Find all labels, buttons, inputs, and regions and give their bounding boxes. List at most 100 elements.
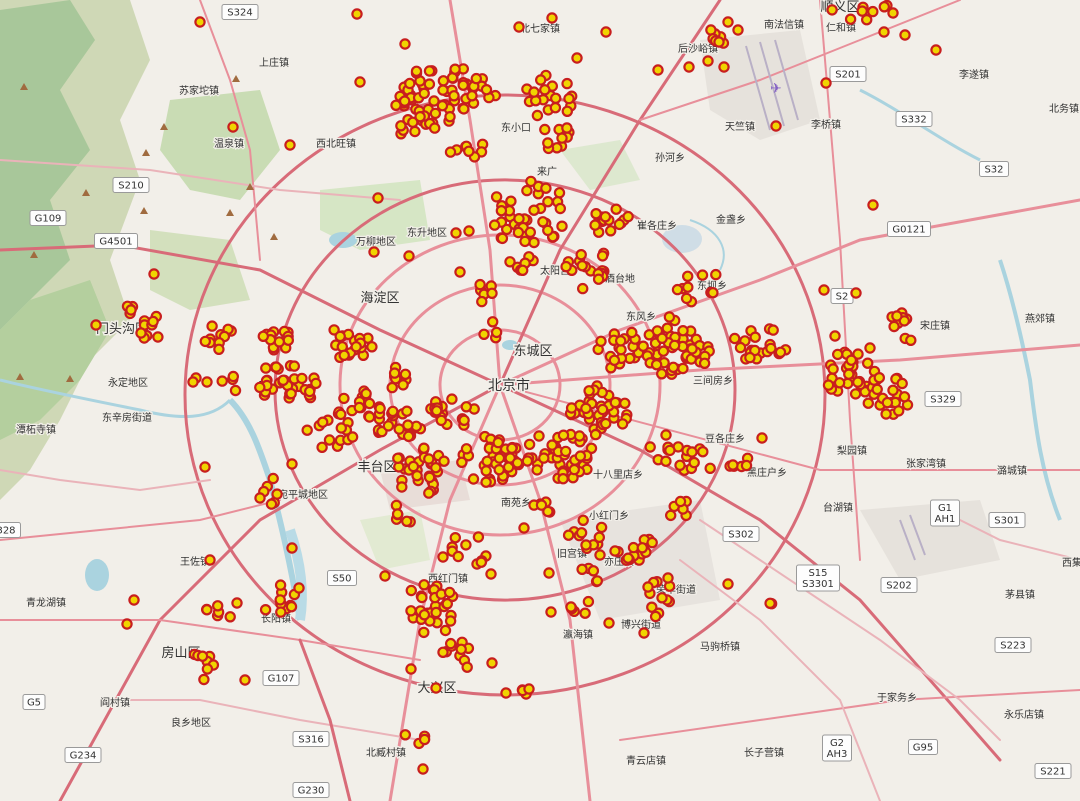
location-marker[interactable] — [613, 218, 626, 231]
location-marker[interactable] — [600, 417, 612, 430]
location-marker[interactable] — [438, 455, 450, 467]
location-marker[interactable] — [201, 663, 214, 675]
location-marker[interactable] — [756, 432, 768, 444]
location-marker[interactable] — [896, 377, 908, 390]
location-marker[interactable] — [603, 617, 615, 629]
location-marker[interactable] — [470, 72, 482, 85]
location-marker[interactable] — [431, 405, 443, 417]
location-marker[interactable] — [575, 527, 588, 539]
location-marker[interactable] — [528, 204, 540, 216]
location-marker[interactable] — [535, 74, 547, 86]
location-marker[interactable] — [382, 420, 395, 432]
location-marker[interactable] — [480, 83, 493, 96]
location-marker[interactable] — [518, 522, 530, 534]
location-marker[interactable] — [867, 5, 879, 18]
location-marker[interactable] — [589, 219, 601, 231]
location-marker[interactable] — [856, 5, 868, 17]
location-marker[interactable] — [201, 376, 213, 388]
location-marker[interactable] — [466, 90, 478, 102]
location-marker[interactable] — [229, 384, 242, 397]
location-marker[interactable] — [718, 61, 730, 73]
location-marker[interactable] — [887, 7, 899, 19]
location-marker[interactable] — [259, 604, 272, 616]
location-marker[interactable] — [652, 64, 664, 76]
location-marker[interactable] — [531, 464, 543, 476]
location-marker[interactable] — [729, 332, 741, 345]
location-marker[interactable] — [656, 592, 668, 604]
location-marker[interactable] — [891, 310, 903, 322]
location-marker[interactable] — [316, 441, 328, 453]
location-marker[interactable] — [417, 763, 429, 775]
location-marker[interactable] — [899, 29, 911, 41]
location-marker[interactable] — [930, 44, 942, 56]
location-marker[interactable] — [608, 354, 621, 366]
location-marker[interactable] — [410, 65, 423, 78]
location-marker[interactable] — [665, 509, 677, 522]
location-marker[interactable] — [90, 319, 102, 331]
location-marker[interactable] — [575, 248, 587, 261]
location-marker[interactable] — [505, 195, 517, 207]
location-marker[interactable] — [589, 428, 602, 441]
location-marker[interactable] — [600, 26, 612, 38]
location-marker[interactable] — [265, 498, 278, 510]
location-marker[interactable] — [767, 324, 779, 336]
location-marker[interactable] — [560, 445, 572, 458]
location-marker[interactable] — [254, 492, 266, 504]
location-marker[interactable] — [480, 476, 492, 488]
location-marker[interactable] — [546, 12, 558, 24]
location-marker[interactable] — [561, 105, 574, 118]
location-marker[interactable] — [571, 52, 583, 64]
location-marker[interactable] — [844, 13, 857, 25]
location-marker[interactable] — [682, 281, 694, 293]
location-marker[interactable] — [199, 335, 211, 348]
location-marker[interactable] — [449, 532, 461, 544]
location-marker[interactable] — [521, 184, 533, 197]
location-marker[interactable] — [531, 109, 544, 122]
location-marker[interactable] — [257, 330, 269, 342]
location-marker[interactable] — [288, 360, 300, 372]
location-marker[interactable] — [187, 376, 199, 388]
location-marker[interactable] — [423, 453, 435, 465]
location-marker[interactable] — [360, 387, 372, 400]
location-marker[interactable] — [609, 396, 622, 409]
location-marker[interactable] — [702, 55, 714, 67]
location-marker[interactable] — [486, 287, 498, 299]
location-marker[interactable] — [656, 332, 668, 344]
location-marker[interactable] — [770, 120, 782, 132]
location-marker[interactable] — [519, 235, 531, 248]
location-marker[interactable] — [668, 339, 681, 352]
location-marker[interactable] — [323, 434, 336, 446]
location-marker[interactable] — [213, 343, 225, 355]
location-marker[interactable] — [740, 459, 753, 472]
location-marker[interactable] — [538, 452, 550, 464]
location-marker[interactable] — [418, 609, 431, 621]
location-marker[interactable] — [583, 385, 595, 397]
location-marker[interactable] — [682, 270, 694, 282]
location-marker[interactable] — [335, 408, 347, 421]
location-marker[interactable] — [680, 292, 693, 305]
location-marker[interactable] — [898, 391, 911, 403]
location-marker[interactable] — [224, 611, 236, 623]
location-marker[interactable] — [399, 368, 412, 380]
location-marker[interactable] — [363, 397, 376, 410]
location-marker[interactable] — [511, 457, 524, 469]
location-marker[interactable] — [496, 232, 509, 245]
location-marker[interactable] — [196, 650, 209, 662]
location-marker[interactable] — [457, 79, 469, 91]
location-marker[interactable] — [405, 584, 417, 597]
location-marker[interactable] — [121, 618, 133, 630]
location-marker[interactable] — [523, 683, 535, 695]
location-marker[interactable] — [663, 311, 676, 323]
location-marker[interactable] — [474, 278, 486, 291]
location-marker[interactable] — [832, 348, 844, 361]
location-marker[interactable] — [565, 601, 577, 613]
location-marker[interactable] — [492, 436, 504, 449]
location-marker[interactable] — [194, 16, 206, 28]
location-marker[interactable] — [454, 266, 466, 278]
location-marker[interactable] — [285, 601, 298, 613]
location-marker[interactable] — [849, 388, 862, 400]
location-marker[interactable] — [563, 92, 575, 105]
location-marker[interactable] — [595, 335, 607, 347]
location-marker[interactable] — [430, 682, 442, 694]
location-marker[interactable] — [449, 63, 461, 75]
